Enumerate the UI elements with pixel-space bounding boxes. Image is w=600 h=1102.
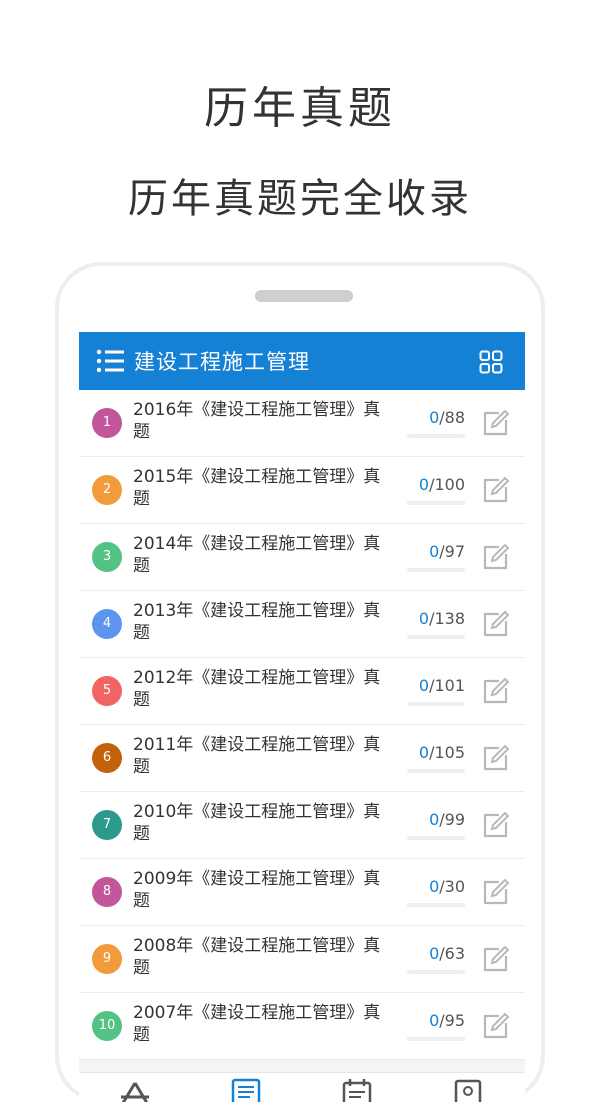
exam-title: 2011年《建设工程施工管理》真题: [133, 735, 381, 777]
grid-view-icon[interactable]: [479, 350, 503, 374]
exam-number-badge: 9: [92, 944, 122, 974]
exam-row[interactable]: 3 2014年《建设工程施工管理》真题 0/97: [79, 524, 525, 591]
exam-total-count: /100: [429, 475, 465, 494]
exam-title: 2010年《建设工程施工管理》真题: [133, 802, 381, 844]
exam-number-badge: 4: [92, 609, 122, 639]
exam-progress-count: 0/63: [379, 944, 465, 963]
exam-row[interactable]: 9 2008年《建设工程施工管理》真题 0/63: [79, 926, 525, 993]
edit-icon[interactable]: [481, 944, 511, 974]
exam-done-count: 0: [418, 743, 430, 762]
exam-progress-count: 0/30: [379, 877, 465, 896]
exam-row[interactable]: 7 2010年《建设工程施工管理》真题 0/99: [79, 792, 525, 859]
exam-row[interactable]: 2 2015年《建设工程施工管理》真题 0/100: [79, 457, 525, 524]
exam-number-badge: 2: [92, 475, 122, 505]
exam-title: 2009年《建设工程施工管理》真题: [133, 869, 381, 911]
exam-title: 2008年《建设工程施工管理》真题: [133, 936, 381, 978]
exam-progress-bar: [407, 970, 465, 974]
page-subtitle: 历年真题完全收录: [128, 176, 472, 222]
edit-icon[interactable]: [481, 810, 511, 840]
document-icon[interactable]: [228, 1077, 264, 1102]
exam-progress-count: 0/101: [379, 676, 465, 695]
exam-title: 2015年《建设工程施工管理》真题: [133, 467, 381, 509]
exam-number-badge: 7: [92, 810, 122, 840]
app-title: 建设工程施工管理: [134, 350, 310, 374]
exam-number-badge: 6: [92, 743, 122, 773]
exam-title: 2013年《建设工程施工管理》真题: [133, 601, 381, 643]
exam-total-count: /88: [439, 408, 465, 427]
exam-row[interactable]: 6 2011年《建设工程施工管理》真题 0/105: [79, 725, 525, 792]
edit-icon[interactable]: [481, 542, 511, 572]
exam-progress-bar: [407, 635, 465, 639]
edit-icon[interactable]: [481, 408, 511, 438]
book-icon[interactable]: [450, 1077, 486, 1102]
exam-progress-bar: [407, 568, 465, 572]
exam-total-count: /105: [429, 743, 465, 762]
exam-done-count: 0: [418, 475, 430, 494]
exam-done-count: 0: [429, 542, 440, 561]
triangle-logo-icon[interactable]: [117, 1077, 153, 1102]
exam-row[interactable]: 8 2009年《建设工程施工管理》真题 0/30: [79, 859, 525, 926]
exam-progress-count: 0/138: [379, 609, 465, 628]
edit-icon[interactable]: [481, 877, 511, 907]
exam-progress-count: 0/95: [379, 1011, 465, 1030]
exam-total-count: /99: [439, 810, 465, 829]
exam-progress-bar: [407, 501, 465, 505]
exam-row[interactable]: 5 2012年《建设工程施工管理》真题 0/101: [79, 658, 525, 725]
exam-progress-bar: [407, 836, 465, 840]
exam-total-count: /95: [439, 1011, 465, 1030]
exam-row[interactable]: 1 2016年《建设工程施工管理》真题 0/88: [79, 390, 525, 457]
exam-progress-bar: [407, 769, 465, 773]
exam-total-count: /97: [439, 542, 465, 561]
exam-done-count: 0: [429, 408, 440, 427]
phone-speaker: [255, 290, 353, 302]
exam-total-count: /138: [429, 609, 465, 628]
exam-number-badge: 5: [92, 676, 122, 706]
exam-progress-count: 0/88: [379, 408, 465, 427]
exam-progress-count: 0/105: [379, 743, 465, 762]
app-screen: 建设工程施工管理 1 2016年《建设工程施工管理》真题 0/88 2 2015…: [79, 332, 525, 1102]
exam-number-badge: 3: [92, 542, 122, 572]
exam-done-count: 0: [429, 810, 440, 829]
exam-progress-bar: [407, 1037, 465, 1041]
exam-number-badge: 10: [92, 1011, 122, 1041]
exam-done-count: 0: [429, 877, 440, 896]
exam-progress-bar: [407, 903, 465, 907]
edit-icon[interactable]: [481, 1011, 511, 1041]
exam-title: 2012年《建设工程施工管理》真题: [133, 668, 381, 710]
exam-number-badge: 1: [92, 408, 122, 438]
edit-icon[interactable]: [481, 609, 511, 639]
exam-done-count: 0: [429, 944, 440, 963]
exam-done-count: 0: [418, 609, 430, 628]
exam-title: 2007年《建设工程施工管理》真题: [133, 1003, 381, 1045]
exam-done-count: 0: [418, 676, 430, 695]
exam-row[interactable]: 4 2013年《建设工程施工管理》真题 0/138: [79, 591, 525, 658]
exam-title: 2014年《建设工程施工管理》真题: [133, 534, 381, 576]
exam-progress-count: 0/97: [379, 542, 465, 561]
exam-row[interactable]: 10 2007年《建设工程施工管理》真题 0/95: [79, 993, 525, 1060]
exam-done-count: 0: [429, 1011, 440, 1030]
edit-icon[interactable]: [481, 475, 511, 505]
exam-progress-count: 0/99: [379, 810, 465, 829]
exam-progress-bar: [407, 702, 465, 706]
exam-list: 1 2016年《建设工程施工管理》真题 0/88 2 2015年《建设工程施工管…: [79, 390, 525, 1060]
calendar-icon[interactable]: [339, 1077, 375, 1102]
exam-total-count: /101: [429, 676, 465, 695]
exam-progress-count: 0/100: [379, 475, 465, 494]
exam-total-count: /30: [439, 877, 465, 896]
exam-progress-bar: [407, 434, 465, 438]
exam-number-badge: 8: [92, 877, 122, 907]
app-bar: 建设工程施工管理: [79, 332, 525, 390]
phone-frame: 建设工程施工管理 1 2016年《建设工程施工管理》真题 0/88 2 2015…: [55, 262, 545, 1102]
page-title: 历年真题: [204, 83, 396, 134]
edit-icon[interactable]: [481, 743, 511, 773]
exam-title: 2016年《建设工程施工管理》真题: [133, 400, 381, 442]
menu-icon[interactable]: [96, 349, 124, 373]
bottom-tab-bar: [79, 1072, 525, 1102]
exam-total-count: /63: [439, 944, 465, 963]
edit-icon[interactable]: [481, 676, 511, 706]
